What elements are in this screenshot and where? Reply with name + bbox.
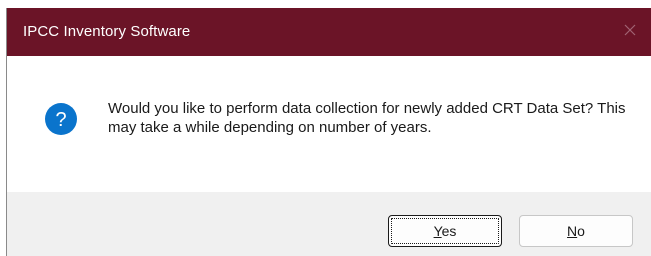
dialog-title: IPCC Inventory Software: [23, 23, 191, 40]
no-label-rest: o: [577, 223, 585, 239]
no-mnemonic: N: [567, 223, 578, 239]
screen: IPCC Inventory Software ? Would you like…: [0, 0, 651, 256]
yes-button[interactable]: Yes: [388, 215, 502, 247]
message-dialog: IPCC Inventory Software ? Would you like…: [6, 8, 651, 256]
yes-button-label: Yes: [434, 223, 457, 239]
dialog-message: Would you like to perform data collectio…: [108, 100, 626, 136]
no-button-label: No: [567, 223, 585, 239]
question-icon: ?: [44, 102, 78, 136]
close-icon[interactable]: [618, 18, 642, 42]
yes-mnemonic: Y: [433, 223, 442, 239]
no-button[interactable]: No: [519, 215, 633, 247]
dialog-titlebar[interactable]: IPCC Inventory Software: [7, 8, 651, 56]
dialog-content: ? Would you like to perform data collect…: [7, 56, 651, 192]
svg-text:?: ?: [55, 109, 66, 131]
dialog-button-bar: Yes No: [7, 192, 651, 256]
yes-label-rest: es: [441, 223, 457, 239]
